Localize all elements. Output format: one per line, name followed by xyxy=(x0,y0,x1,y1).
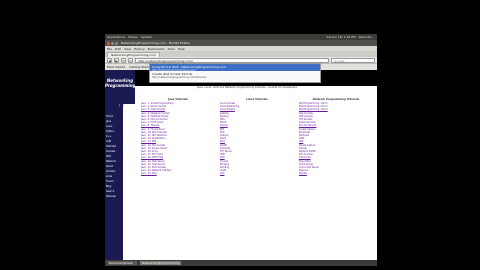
desktop-screen: Applications Places System Sat Jun 18, 1… xyxy=(105,34,377,266)
menu-file[interactable]: File xyxy=(107,47,112,51)
autocomplete-url: http://networkingprogramming.com/tutoria… xyxy=(152,76,207,79)
menu-view[interactable]: View xyxy=(124,47,131,51)
clock[interactable]: Sat Jun 18, 1:18 PM xyxy=(326,35,355,39)
applications-menu[interactable]: Applications xyxy=(107,35,125,39)
bookmark-most-visited[interactable]: Most Visited xyxy=(107,65,125,69)
places-menu[interactable]: Places xyxy=(128,35,138,39)
menu-edit[interactable]: Edit xyxy=(115,47,121,51)
autocomplete-url: http://networkingprogramming.com/ xyxy=(152,69,196,72)
web-page: Networking Programming NetworkingProgram… xyxy=(105,70,377,260)
maximize-icon[interactable] xyxy=(115,41,118,45)
user-menu[interactable]: Ravinder xyxy=(359,35,372,39)
column-heading: Java Tutorials xyxy=(168,98,188,101)
list-item-link[interactable]: QoS xyxy=(220,172,294,175)
list-item-link[interactable]: Signals xyxy=(299,172,373,175)
taskbar-item-terminal[interactable]: Ravinder@Desk xyxy=(107,261,137,265)
list-item-link[interactable]: Java - 23. Ping xyxy=(141,172,215,175)
menu-tools[interactable]: Tools xyxy=(167,47,174,51)
menu-history[interactable]: History xyxy=(134,47,145,51)
decorative-curve xyxy=(119,90,137,260)
search-input[interactable]: Google xyxy=(331,57,375,63)
site-subtitle: Java, Linux, VoIP and Network programmin… xyxy=(197,86,297,89)
window-controls xyxy=(107,41,118,45)
minimize-icon[interactable] xyxy=(111,41,114,45)
back-icon[interactable]: ◀ xyxy=(107,57,112,63)
site-left-nav: Home Java Linux Python C++ VoIP Tutorial… xyxy=(105,104,119,260)
taskbar-item-firefox[interactable]: NetworkingProgramming xyxy=(140,261,182,265)
system-menu[interactable]: System xyxy=(141,35,152,39)
home-icon[interactable]: ⌂ xyxy=(128,57,133,63)
forward-icon[interactable]: ▶ xyxy=(114,57,119,63)
url-autocomplete-dropdown: Using IPv4 & IPv6 - NetworkingProgrammin… xyxy=(149,63,321,83)
column-network: Network Programming Tutorials IPv6 Progr… xyxy=(299,98,373,176)
autocomplete-item[interactable]: Using IPv4 & IPv6 - NetworkingProgrammin… xyxy=(150,64,320,72)
column-heading: Network Programming Tutorials xyxy=(312,98,360,101)
url-bar[interactable]: http://networkingprogramming.com/ xyxy=(135,57,329,63)
column-heading: Linux Tutorials xyxy=(246,98,268,101)
site-nav-item[interactable]: Sitemap xyxy=(105,194,119,199)
autocomplete-item[interactable]: Create IPv6 Socket Tutorial http://netwo… xyxy=(150,71,320,79)
menu-bookmarks[interactable]: Bookmarks xyxy=(148,47,165,51)
column-linux: Linux Tutorials Linux Sockets Linux Netw… xyxy=(220,98,294,176)
reload-icon[interactable]: ↻ xyxy=(121,57,126,63)
menu-help[interactable]: Help xyxy=(178,47,185,51)
window-title: NetworkingProgramming.com - Mozilla Fire… xyxy=(121,41,190,45)
content-columns: Java Tutorials Java - 1. Socket Programm… xyxy=(141,98,373,176)
logo-line-2: Programming xyxy=(105,83,136,88)
column-java: Java Tutorials Java - 1. Socket Programm… xyxy=(141,98,215,176)
close-icon[interactable] xyxy=(107,41,110,45)
bottom-taskbar: Ravinder@Desk NetworkingProgramming xyxy=(105,260,377,266)
